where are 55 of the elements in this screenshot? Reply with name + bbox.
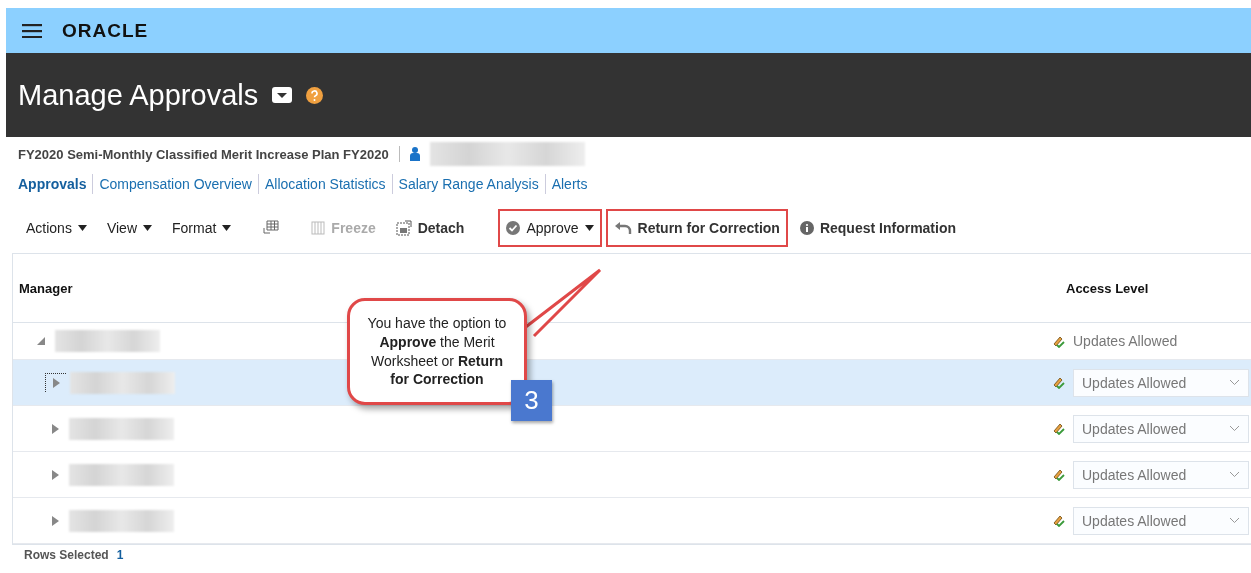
caret-icon — [584, 225, 594, 231]
access-level-select[interactable]: Updates Allowed — [1073, 506, 1249, 535]
undo-icon — [613, 221, 632, 235]
menu-button[interactable]: View — [98, 209, 160, 247]
access-level: Updates Allowed — [1073, 333, 1178, 349]
tab[interactable]: Approvals — [12, 176, 93, 192]
access-level-select[interactable]: Updates Allowed — [1073, 460, 1249, 489]
return-button[interactable]: Return for Correction — [605, 209, 788, 247]
pencil-check-icon — [1052, 376, 1065, 389]
caret-icon — [222, 225, 232, 231]
pencil-check-icon — [1052, 422, 1065, 435]
column-header: Manager — [18, 280, 73, 296]
rows-selected-count: 1 — [116, 548, 124, 562]
pencil-check-icon — [1052, 334, 1065, 348]
columns-icon — [311, 221, 326, 235]
expand-icon[interactable] — [52, 378, 60, 388]
expanded-icon[interactable] — [37, 337, 45, 345]
column-header: Access Level — [1066, 280, 1150, 296]
logo[interactable]: ORACLE — [62, 19, 149, 42]
chevron-down-icon — [1229, 425, 1240, 432]
dropdown-icon[interactable] — [272, 87, 293, 103]
caret-icon — [143, 225, 152, 231]
menu-button[interactable]: Format — [164, 209, 240, 247]
person-icon — [409, 147, 420, 161]
grid-icon — [263, 220, 280, 236]
approve-button[interactable]: Approve — [498, 209, 602, 247]
expand-icon[interactable] — [51, 515, 59, 526]
pencil-check-icon — [1052, 468, 1065, 481]
help-icon[interactable] — [306, 86, 324, 104]
access-level-select[interactable]: Updates Allowed — [1073, 368, 1249, 397]
chevron-down-icon — [1229, 517, 1240, 524]
tab[interactable]: Salary Range Analysis — [392, 176, 545, 192]
access-level-select[interactable]: Updates Allowed — [1073, 414, 1249, 443]
caret-icon — [77, 225, 87, 231]
detach-button[interactable]: Detach — [387, 209, 473, 247]
table-row[interactable]: Updates Allowed — [13, 452, 1251, 498]
menu-icon[interactable] — [22, 23, 42, 38]
table-row[interactable]: Updates Allowed — [13, 498, 1251, 544]
pencil-check-icon — [1052, 514, 1065, 527]
check-circle-icon — [506, 221, 521, 235]
tab[interactable]: Alerts — [545, 176, 594, 192]
info-icon — [799, 221, 814, 235]
expand-icon[interactable] — [51, 469, 59, 480]
chevron-down-icon — [1229, 379, 1240, 386]
chevron-down-icon — [1229, 471, 1240, 478]
detach-icon — [395, 220, 412, 236]
plan-name: FY2020 Semi-Monthly Classified Merit Increase Plan FY2020 — [18, 146, 389, 162]
info-button[interactable]: Request Information — [791, 209, 965, 247]
expand-icon[interactable] — [51, 423, 59, 434]
tab[interactable]: Allocation Statistics — [259, 176, 392, 192]
page-title: Manage Approvals — [18, 78, 259, 112]
step-badge: 3 — [511, 380, 552, 421]
rows-selected-label: Rows Selected — [24, 548, 109, 562]
menu-button[interactable]: Actions — [18, 209, 95, 247]
tab[interactable]: Compensation Overview — [93, 176, 258, 192]
